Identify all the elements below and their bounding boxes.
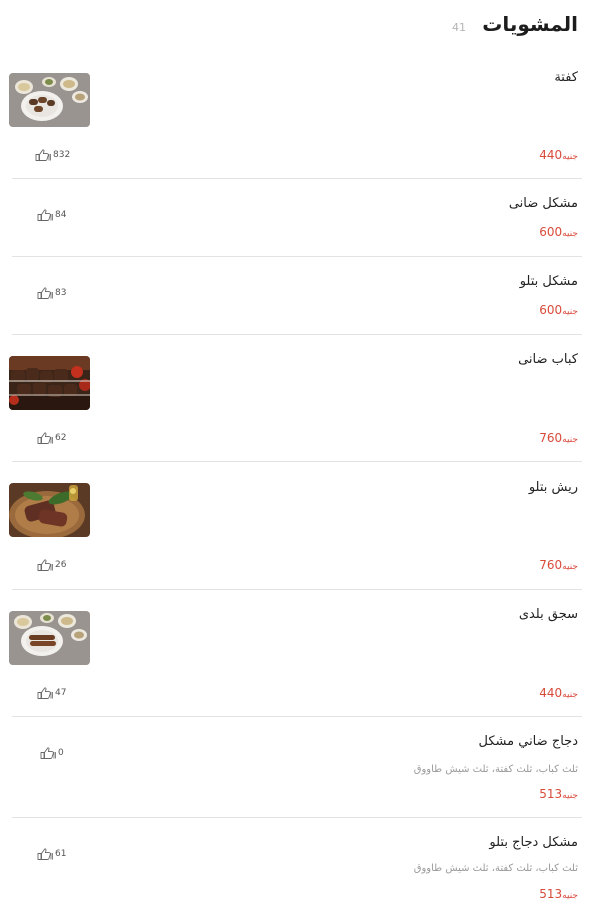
item-name: كفتة	[554, 70, 578, 85]
section-title: المشويات	[482, 12, 578, 36]
item-name: سجق بلدى	[518, 607, 578, 622]
like-count: 26	[55, 560, 67, 570]
item-price: 513جنيه	[539, 887, 578, 901]
price-currency: جنيه	[562, 307, 578, 317]
price-currency: جنيه	[562, 229, 578, 239]
item-name: مشكل ضانى	[508, 196, 578, 211]
item-image[interactable]	[9, 356, 90, 410]
price-currency: جنيه	[562, 891, 578, 901]
price-value: 760	[539, 558, 563, 572]
item-name: مشكل دجاج بتلو	[489, 835, 578, 850]
price-value: 760	[539, 431, 563, 445]
like-button[interactable]: 62	[37, 432, 66, 444]
price-currency: جنيه	[562, 791, 578, 801]
item-image[interactable]	[9, 483, 90, 537]
price-currency: جنيه	[562, 435, 578, 445]
price-value: 600	[539, 303, 563, 317]
price-currency: جنيه	[562, 562, 578, 572]
item-name: ريش بتلو	[528, 480, 578, 495]
thumbs-up-icon	[37, 287, 53, 299]
item-name: مشكل بتلو	[519, 274, 578, 289]
menu-item[interactable]: مشكل بتلو 600جنيه 83	[12, 256, 582, 335]
menu-item[interactable]: كفتة 440جنيه 832	[9, 60, 582, 179]
section-header: المشويات 41	[0, 12, 578, 42]
like-button[interactable]: 0	[40, 747, 64, 759]
item-image[interactable]	[9, 611, 90, 665]
thumbs-up-icon	[37, 687, 53, 699]
like-count: 61	[55, 849, 67, 859]
item-price: 440جنيه	[539, 686, 578, 700]
item-price: 760جنيه	[539, 431, 578, 445]
item-price: 513جنيه	[539, 787, 578, 801]
thumbs-up-icon	[37, 209, 53, 221]
price-value: 600	[539, 225, 563, 239]
item-description: ثلث كباب، ثلث كفتة، ثلث شيش طاووق	[413, 863, 578, 874]
menu-item[interactable]: مشكل دجاج بتلو ثلث كباب، ثلث كفتة، ثلث ش…	[12, 817, 582, 915]
item-price: 440جنيه	[539, 148, 578, 162]
menu-item[interactable]: مشكل ضانى 600جنيه 84	[12, 178, 582, 257]
menu-item[interactable]: سجق بلدى 440جنيه 47	[9, 589, 582, 717]
thumbs-up-icon	[40, 747, 56, 759]
like-count: 62	[55, 433, 67, 443]
like-count: 832	[53, 150, 71, 160]
like-button[interactable]: 84	[37, 209, 66, 221]
menu-item[interactable]: كباب ضانى 760جنيه 62	[9, 334, 582, 462]
like-count: 83	[55, 288, 67, 298]
thumbs-up-icon	[37, 559, 53, 571]
price-currency: جنيه	[562, 690, 578, 700]
item-price: 760جنيه	[539, 558, 578, 572]
thumbs-up-icon	[37, 432, 53, 444]
like-count: 47	[55, 688, 67, 698]
thumbs-up-icon	[37, 848, 53, 860]
price-currency: جنيه	[562, 152, 578, 162]
like-count: 84	[55, 210, 67, 220]
menu-item[interactable]: دجاج ضاني مشكل ثلث كباب، ثلث كفتة، ثلث ش…	[12, 716, 582, 818]
like-count: 0	[58, 748, 64, 758]
price-value: 440	[539, 148, 563, 162]
item-description: ثلث كباب، ثلث كفتة، ثلث شيش طاووق	[413, 764, 578, 775]
like-button[interactable]: 832	[35, 149, 70, 161]
like-button[interactable]: 47	[37, 687, 66, 699]
like-button[interactable]: 26	[37, 559, 66, 571]
item-price: 600جنيه	[539, 225, 578, 239]
price-value: 513	[539, 787, 563, 801]
item-image[interactable]	[9, 73, 90, 127]
item-price: 600جنيه	[539, 303, 578, 317]
item-count: 41	[452, 21, 466, 34]
item-name: كباب ضانى	[518, 352, 578, 367]
menu-item[interactable]: ريش بتلو 760جنيه 26	[9, 461, 582, 590]
item-name: دجاج ضاني مشكل	[478, 734, 578, 749]
price-value: 513	[539, 887, 563, 901]
like-button[interactable]: 83	[37, 287, 66, 299]
thumbs-up-icon	[35, 149, 51, 161]
price-value: 440	[539, 686, 563, 700]
like-button[interactable]: 61	[37, 848, 66, 860]
